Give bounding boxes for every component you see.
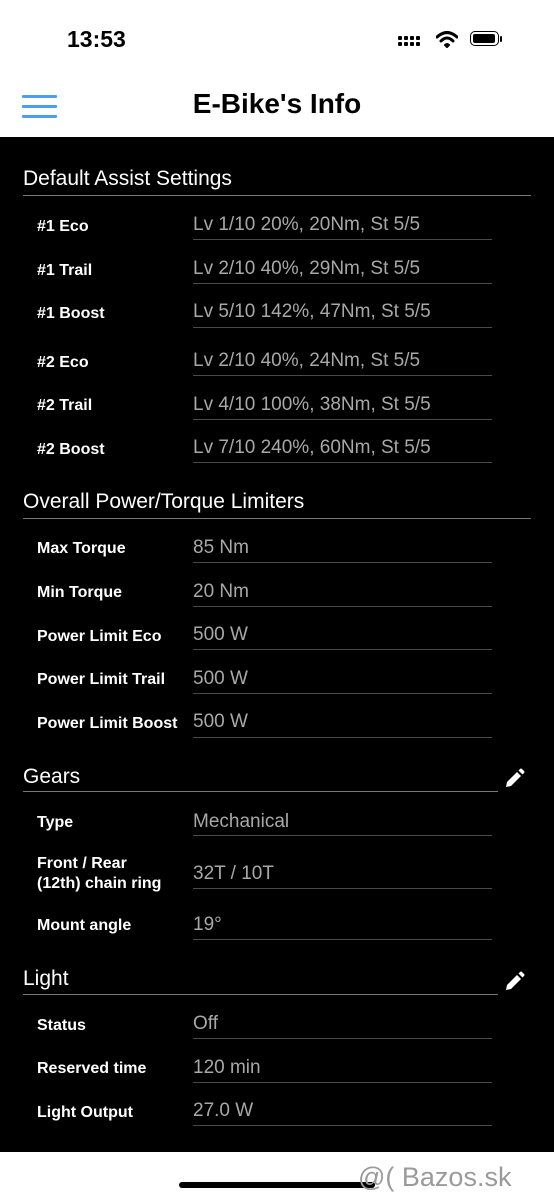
row-label: Light Output <box>37 1104 133 1121</box>
pencil-icon[interactable] <box>503 768 525 790</box>
row-label: Max Torque <box>37 540 126 557</box>
row-label: #2 Boost <box>37 441 105 458</box>
row-label: #1 Trail <box>37 262 93 279</box>
row-value[interactable]: 27.0 W <box>193 1100 253 1122</box>
row-value[interactable]: 500 W <box>193 668 248 690</box>
row-underline <box>193 835 492 836</box>
section-title-limiters: Overall Power/Torque Limiters <box>23 490 305 513</box>
section-title-gears: Gears <box>23 765 81 788</box>
row-value[interactable]: Lv 2/10 40%, 29Nm, St 5/5 <box>193 258 420 280</box>
row-underline <box>193 1082 492 1083</box>
row-label: #2 Trail <box>37 397 93 414</box>
row-label: Front / Rear <box>37 855 127 872</box>
row-label: #1 Boost <box>37 305 105 322</box>
watermark: @( Bazos.sk <box>358 1162 512 1192</box>
row-label: Status <box>37 1017 86 1034</box>
status-time: 13:53 <box>67 26 126 52</box>
row-label-line2: (12th) chain ring <box>37 875 162 892</box>
row-value[interactable]: 32T / 10T <box>193 863 274 885</box>
row-label: #1 Eco <box>37 218 89 235</box>
row-underline <box>193 737 492 738</box>
section-divider <box>23 518 531 519</box>
row-value[interactable]: Off <box>193 1013 218 1035</box>
row-value[interactable]: Lv 2/10 40%, 24Nm, St 5/5 <box>193 350 420 372</box>
section-title-light: Light <box>23 967 69 990</box>
home-indicator[interactable] <box>179 1182 375 1188</box>
row-value[interactable]: Lv 7/10 240%, 60Nm, St 5/5 <box>193 437 431 459</box>
row-underline <box>193 562 492 563</box>
row-label: Reserved time <box>37 1060 147 1077</box>
section-divider <box>23 791 498 792</box>
battery-icon <box>470 31 503 48</box>
row-value[interactable]: 500 W <box>193 624 248 646</box>
row-underline <box>193 283 492 284</box>
row-value[interactable]: 500 W <box>193 711 248 733</box>
row-underline <box>193 419 492 420</box>
wifi-icon <box>436 31 458 48</box>
row-value[interactable]: Lv 5/10 142%, 47Nm, St 5/5 <box>193 301 431 323</box>
pencil-icon[interactable] <box>503 971 525 993</box>
row-underline <box>193 888 492 889</box>
row-underline <box>193 649 492 650</box>
cellular-signal-icon <box>398 34 424 48</box>
row-underline <box>193 1125 492 1126</box>
row-label: Power Limit Boost <box>37 715 178 732</box>
row-label: Power Limit Eco <box>37 628 162 645</box>
section-title-assist: Default Assist Settings <box>23 167 232 190</box>
row-value[interactable]: Lv 4/10 100%, 38Nm, St 5/5 <box>193 394 431 416</box>
row-underline <box>193 606 492 607</box>
row-underline <box>193 462 492 463</box>
row-label: Type <box>37 814 74 831</box>
row-underline <box>193 939 492 940</box>
row-label: Power Limit Trail <box>37 671 166 688</box>
info-content[interactable]: Default Assist Settings #1 Eco Lv 1/10 2… <box>0 137 554 1152</box>
page-title: E-Bike's Info <box>192 88 362 119</box>
row-value[interactable]: 120 min <box>193 1057 261 1079</box>
row-label: Mount angle <box>37 917 132 934</box>
bottom-bar: @( Bazos.sk <box>0 1152 554 1200</box>
row-value[interactable]: 85 Nm <box>193 537 249 559</box>
row-underline <box>193 693 492 694</box>
section-divider <box>23 994 498 995</box>
row-underline <box>193 1038 492 1039</box>
row-value[interactable]: 20 Nm <box>193 581 249 603</box>
row-value[interactable]: Mechanical <box>193 811 289 833</box>
section-divider <box>23 195 531 196</box>
row-value[interactable]: Lv 1/10 20%, 20Nm, St 5/5 <box>193 214 420 236</box>
row-label: Min Torque <box>37 584 123 601</box>
row-label: #2 Eco <box>37 354 89 371</box>
row-value[interactable]: 19° <box>193 914 222 936</box>
row-underline <box>193 327 492 328</box>
row-underline <box>193 239 492 240</box>
top-bar: 13:53 E-Bike's Info <box>0 0 554 137</box>
row-underline <box>193 375 492 376</box>
